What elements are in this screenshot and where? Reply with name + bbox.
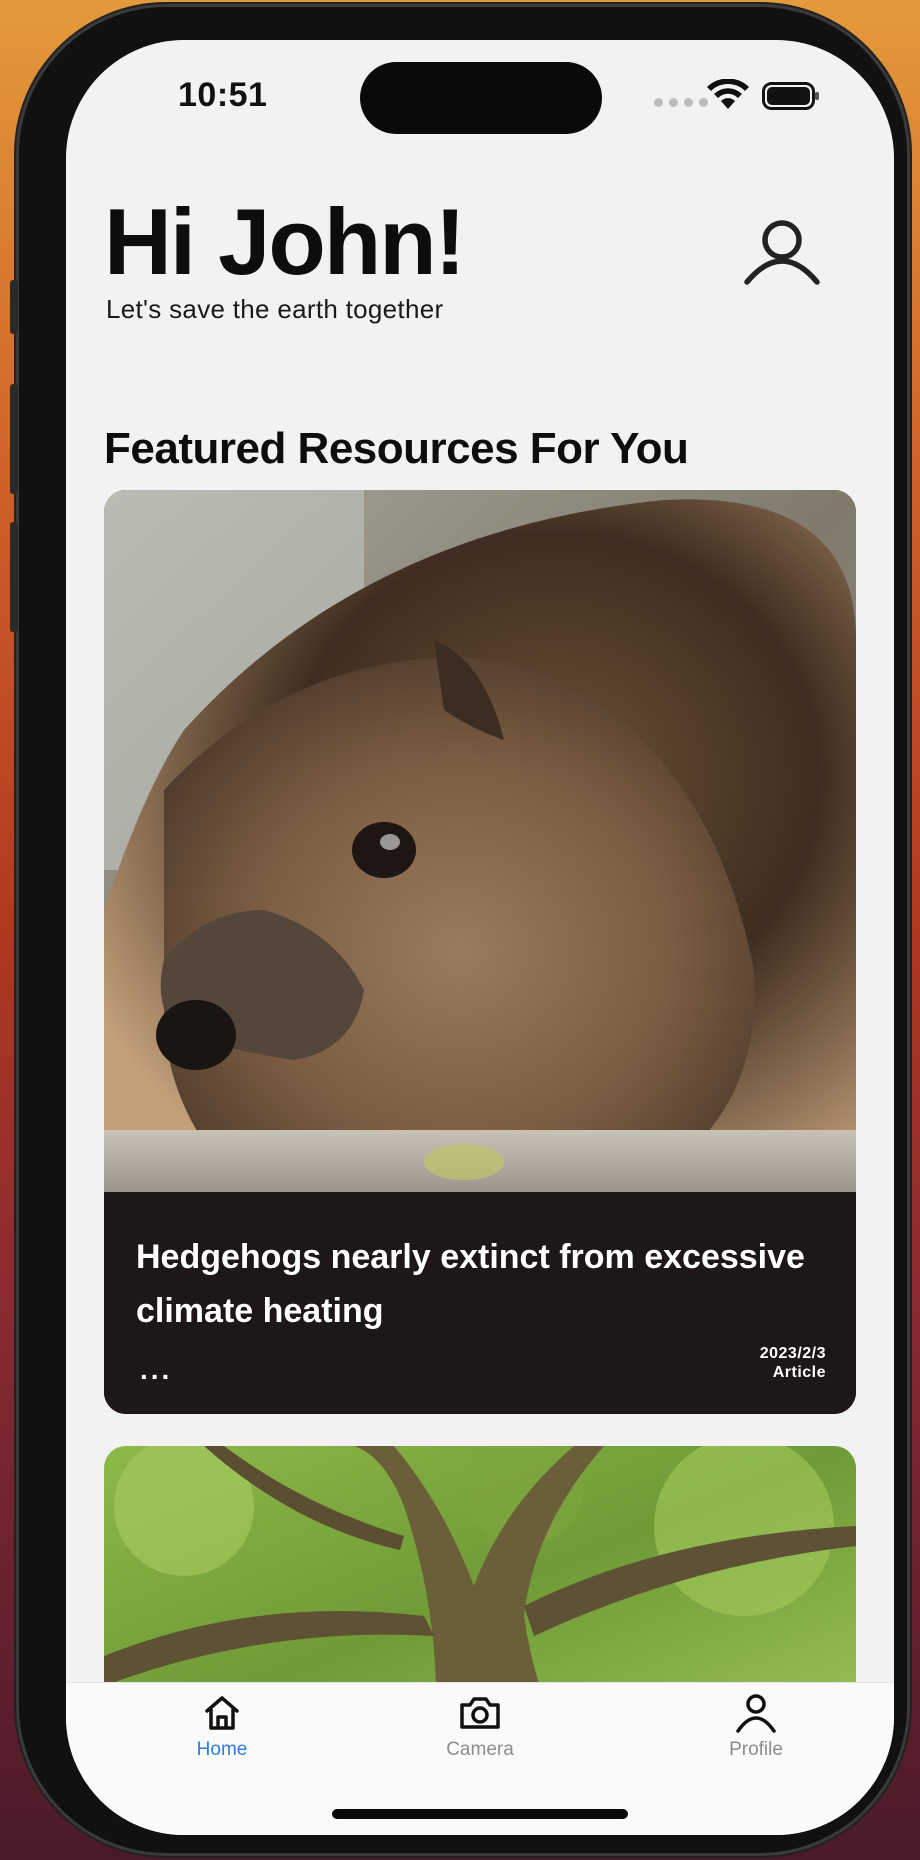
profile-button[interactable] xyxy=(742,218,822,308)
status-time: 10:51 xyxy=(178,76,268,114)
tab-profile-label: Profile xyxy=(729,1739,783,1760)
card-caption: Hedgehogs nearly extinct from excessive … xyxy=(104,1192,856,1414)
volume-down-button xyxy=(10,522,18,632)
tab-profile[interactable]: Profile xyxy=(686,1693,826,1761)
card-meta: 2023/2/3 Article xyxy=(760,1344,826,1382)
wifi-icon xyxy=(707,79,749,109)
card-type: Article xyxy=(772,1364,826,1381)
volume-up-button xyxy=(10,384,18,494)
greeting-subtitle: Let's save the earth together xyxy=(106,294,444,324)
tab-camera[interactable]: Camera xyxy=(410,1693,550,1761)
tab-camera-label: Camera xyxy=(446,1739,514,1760)
phone-frame: 10:51 Hi John! Let's save the earth toge… xyxy=(10,4,910,1856)
tab-home[interactable]: Home xyxy=(152,1693,292,1761)
dynamic-island xyxy=(360,62,602,134)
home-indicator[interactable] xyxy=(332,1809,628,1819)
greeting-title: Hi John! xyxy=(104,189,466,294)
signal-dots-icon xyxy=(654,98,708,107)
camera-icon xyxy=(460,1697,500,1729)
card-title: Hedgehogs nearly extinct from excessive … xyxy=(136,1238,805,1330)
home-icon xyxy=(205,1696,239,1730)
section-title: Featured Resources For You xyxy=(104,424,689,473)
hedgehog-photo xyxy=(104,490,856,1192)
app-screen: 10:51 Hi John! Let's save the earth toge… xyxy=(66,40,894,1835)
side-button xyxy=(10,280,18,334)
person-icon xyxy=(744,220,820,285)
card-date: 2023/2/3 xyxy=(759,1345,826,1362)
status-bar: 10:51 xyxy=(66,40,894,160)
battery-icon xyxy=(762,82,819,110)
person-icon xyxy=(736,1694,776,1733)
resource-card[interactable]: Hedgehogs nearly extinct from excessive … xyxy=(104,490,856,1414)
tab-home-label: Home xyxy=(196,1739,248,1760)
more-button[interactable]: ... xyxy=(140,1354,172,1386)
